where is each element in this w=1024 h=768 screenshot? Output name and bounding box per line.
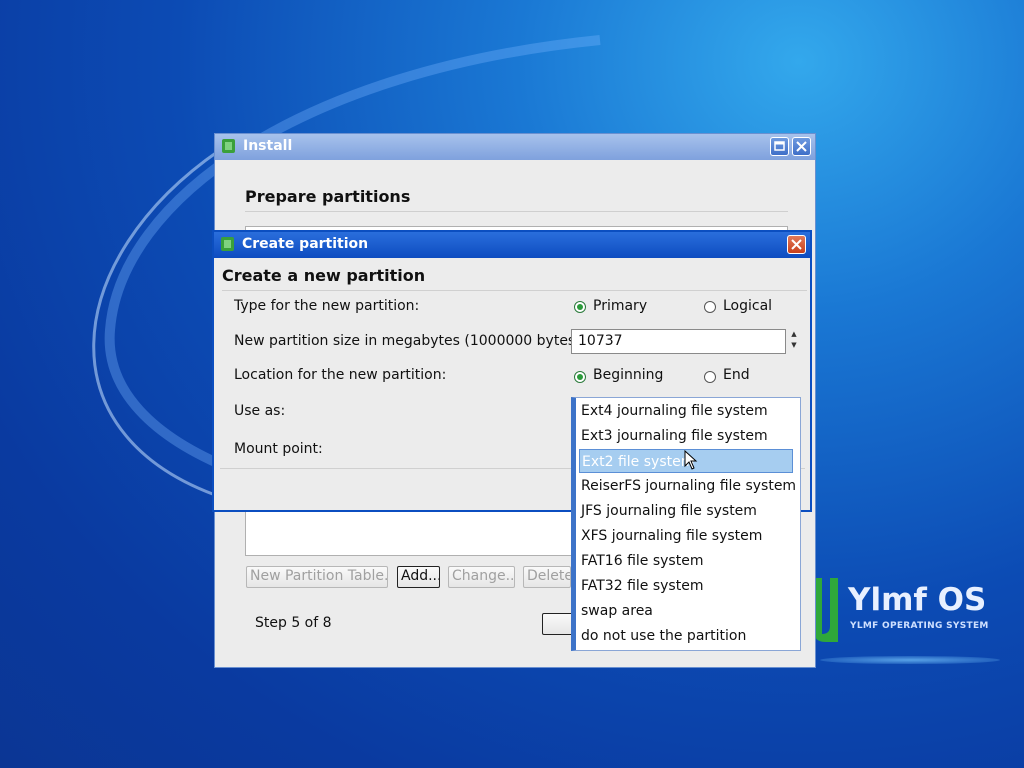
logo-subtitle: YLMF OPERATING SYSTEM [850,621,989,631]
add-button[interactable]: Add... [397,566,440,588]
beginning-radio-label[interactable]: Beginning [593,367,663,383]
create-partition-titlebar[interactable]: Create partition [214,232,810,258]
primary-radio-label[interactable]: Primary [593,298,647,314]
app-icon [222,139,235,153]
end-radio[interactable] [704,371,716,383]
spin-down-icon[interactable]: ▼ [788,340,800,351]
divider [222,290,807,291]
close-button[interactable] [792,137,811,156]
page-title: Prepare partitions [245,187,411,206]
app-icon [221,237,234,251]
size-label: New partition size in megabytes (1000000… [234,333,586,349]
dropdown-option[interactable]: Ext4 journaling file system [579,399,793,423]
new-partition-table-button[interactable]: New Partition Table... [246,566,388,588]
close-icon [796,141,807,152]
create-partition-title: Create partition [242,236,369,252]
install-titlebar[interactable]: Install [215,134,815,160]
delete-button[interactable]: Delete [523,566,571,588]
dropdown-option[interactable]: do not use the partition [579,624,793,648]
divider [245,211,788,212]
logical-radio-label[interactable]: Logical [723,298,772,314]
location-label: Location for the new partition: [234,367,447,383]
dropdown-option[interactable]: Ext3 journaling file system [579,424,793,448]
maximize-button[interactable] [770,137,789,156]
spin-up-icon[interactable]: ▲ [788,329,800,340]
mouse-cursor-icon [684,450,698,470]
change-button[interactable]: Change... [448,566,515,588]
dropdown-option[interactable]: JFS journaling file system [579,499,793,523]
dropdown-option[interactable]: FAT32 file system [579,574,793,598]
close-icon [791,239,802,250]
dropdown-option[interactable]: FAT16 file system [579,549,793,573]
ylmf-logo: Ylmf OS YLMF OPERATING SYSTEM [810,576,1020,666]
end-radio-label[interactable]: End [723,367,750,383]
dialog-heading: Create a new partition [222,266,426,285]
install-title: Install [243,138,293,154]
size-stepper[interactable]: ▲ ▼ [788,329,800,351]
type-label: Type for the new partition: [234,298,420,314]
mount-point-label: Mount point: [234,441,323,457]
dropdown-option[interactable]: ReiserFS journaling file system [579,474,796,498]
logo-glow [820,656,1000,664]
size-input[interactable]: 10737 [571,329,786,354]
logical-radio[interactable] [704,301,716,313]
primary-radio[interactable] [574,301,586,313]
dropdown-option[interactable]: swap area [579,599,793,623]
dropdown-option[interactable]: XFS journaling file system [579,524,793,548]
close-button[interactable] [787,235,806,254]
logo-title: Ylmf OS [848,582,987,618]
beginning-radio[interactable] [574,371,586,383]
maximize-icon [774,141,785,151]
use-as-label: Use as: [234,403,286,419]
step-indicator: Step 5 of 8 [255,615,332,631]
use-as-dropdown[interactable]: Ext4 journaling file system Ext3 journal… [571,397,801,651]
